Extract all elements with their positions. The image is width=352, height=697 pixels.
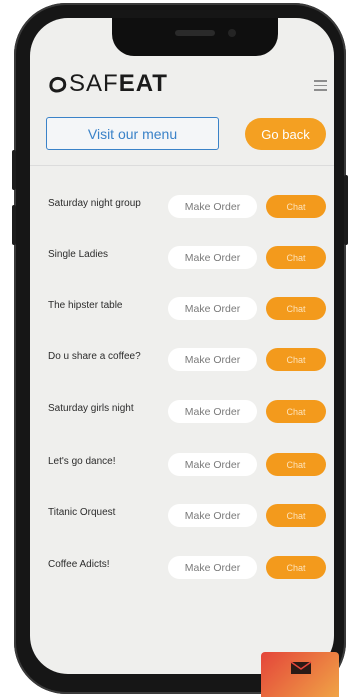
chat-button[interactable]: Chat [266,556,326,579]
phone-side-button [12,150,16,190]
go-back-button[interactable]: Go back [245,118,326,150]
group-name: Do u share a coffee? [48,351,141,362]
speaker-grille [175,30,215,36]
visit-menu-button[interactable]: Visit our menu [46,117,219,150]
chat-button[interactable]: Chat [266,297,326,320]
group-name: Saturday night group [48,198,141,209]
chat-button[interactable]: Chat [266,400,326,423]
header-divider [30,165,334,166]
list-item: Single Ladies Make Order Chat [30,246,334,270]
make-order-button[interactable]: Make Order [168,297,257,320]
make-order-button[interactable]: Make Order [168,195,257,218]
chat-button[interactable]: Chat [266,195,326,218]
hamburger-menu-icon[interactable] [314,80,327,92]
list-item: Saturday girls night Make Order Chat [30,400,334,424]
make-order-button[interactable]: Make Order [168,246,257,269]
list-item: Coffee Adicts! Make Order Chat [30,556,334,580]
group-name: Coffee Adicts! [48,559,110,570]
phone-side-button [12,205,16,245]
chat-button[interactable]: Chat [266,348,326,371]
group-name: Titanic Orquest [48,507,116,518]
front-camera [228,29,236,37]
mail-icon [290,661,312,674]
group-name: Let's go dance! [48,456,116,467]
make-order-button[interactable]: Make Order [168,504,257,527]
list-item: Titanic Orquest Make Order Chat [30,504,334,528]
phone-power-button [344,175,348,245]
logo-text: SAFEAT [69,70,168,97]
make-order-button[interactable]: Make Order [168,556,257,579]
group-name: Saturday girls night [48,403,134,414]
chat-button[interactable]: Chat [266,453,326,476]
phone-notch [112,18,278,56]
make-order-button[interactable]: Make Order [168,348,257,371]
list-item: Saturday night group Make Order Chat [30,195,334,219]
group-name: The hipster table [48,300,123,311]
chat-button[interactable]: Chat [266,246,326,269]
list-item: Let's go dance! Make Order Chat [30,453,334,477]
list-item: The hipster table Make Order Chat [30,297,334,321]
logo-ring-icon [49,76,67,93]
list-item: Do u share a coffee? Make Order Chat [30,348,334,372]
make-order-button[interactable]: Make Order [168,400,257,423]
chat-button[interactable]: Chat [266,504,326,527]
group-name: Single Ladies [48,249,109,260]
safeat-logo[interactable]: SAFEAT [47,70,168,98]
make-order-button[interactable]: Make Order [168,453,257,476]
